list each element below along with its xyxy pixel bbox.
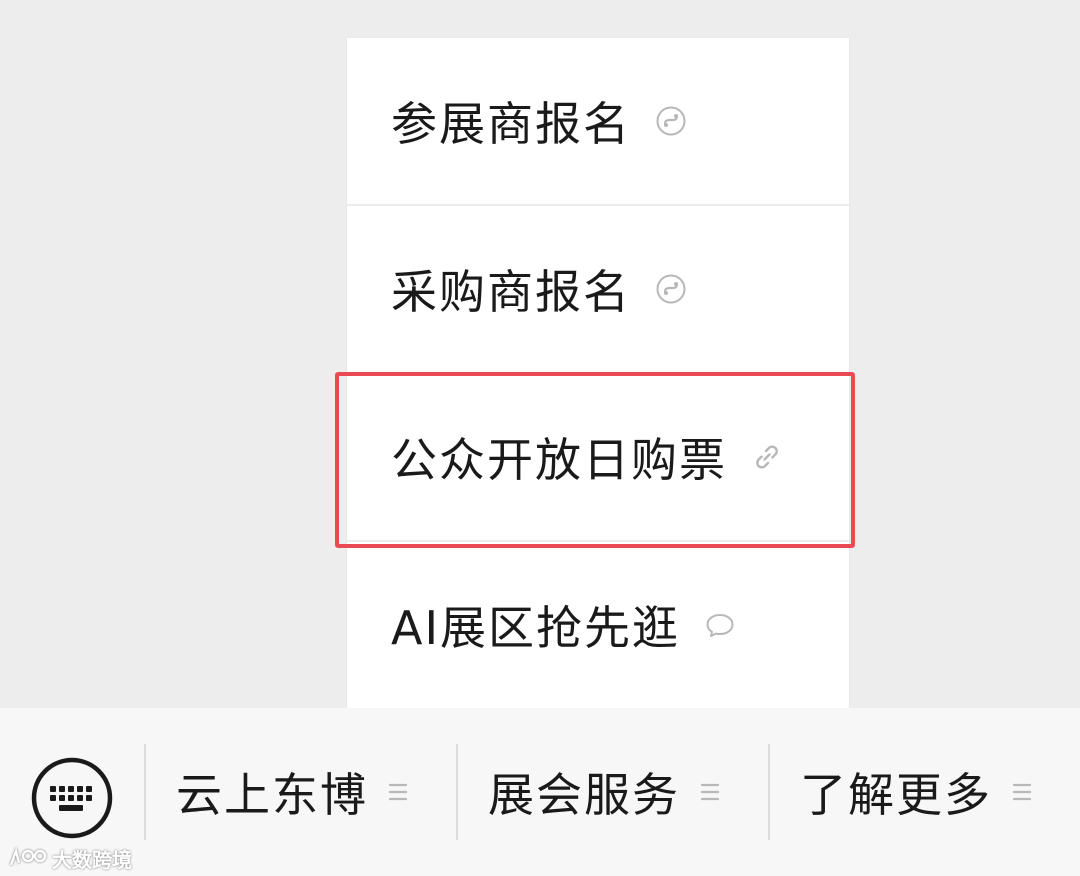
keyboard-toggle-button[interactable]: [30, 756, 114, 840]
tab-label: 展会服务: [488, 768, 680, 822]
tab-exhibition-services[interactable]: 展会服务: [488, 744, 720, 840]
tab-separator: [144, 744, 146, 840]
chat-bubble-icon: [704, 609, 736, 641]
menu-item-ai-zone[interactable]: AI展区抢先逛: [347, 542, 849, 708]
keyboard-icon: [30, 756, 114, 840]
menu-item-buyer-registration[interactable]: 采购商报名: [347, 206, 849, 372]
popup-menu: 参展商报名 采购商报名 公众开放日购票 AI展区抢先逛: [347, 38, 849, 708]
menu-item-label: 公众开放日购票: [391, 433, 727, 487]
watermark-text: 大数跨境: [52, 847, 132, 872]
watermark-logo-icon: [8, 845, 50, 871]
mini-program-icon: [655, 105, 687, 137]
menu-lines-icon: [1012, 781, 1032, 803]
tab-label: 云上东博: [176, 768, 368, 822]
bottom-menu-bar: 云上东博 展会服务 了解更多 大数跨境: [0, 708, 1080, 876]
tab-separator: [768, 744, 770, 840]
tab-learn-more[interactable]: 了解更多: [800, 744, 1032, 840]
menu-item-exhibitor-registration[interactable]: 参展商报名: [347, 38, 849, 204]
mini-program-icon: [655, 273, 687, 305]
menu-item-label: 采购商报名: [391, 265, 631, 319]
menu-lines-icon: [388, 781, 408, 803]
tab-cloud-dongbo[interactable]: 云上东博: [176, 744, 408, 840]
menu-lines-icon: [700, 781, 720, 803]
menu-item-label: AI展区抢先逛: [391, 601, 681, 655]
watermark: 大数跨境: [8, 844, 132, 872]
menu-item-public-open-day-tickets[interactable]: 公众开放日购票: [347, 374, 849, 540]
menu-item-label: 参展商报名: [391, 97, 631, 151]
tab-separator: [456, 744, 458, 840]
tab-label: 了解更多: [800, 768, 992, 822]
link-icon: [751, 441, 783, 473]
